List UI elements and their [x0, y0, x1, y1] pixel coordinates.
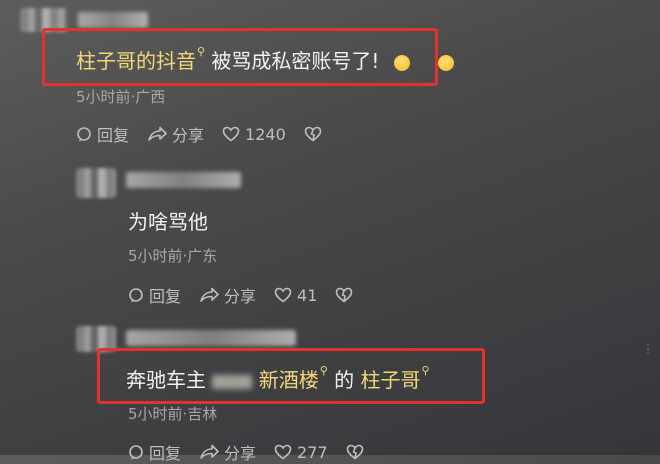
more-icon[interactable]: ⋮ [642, 342, 654, 356]
like-button[interactable]: 1240 [222, 125, 286, 144]
like-button[interactable]: 277 [274, 443, 328, 462]
search-icon: ⚲ [319, 364, 328, 377]
reply-icon [129, 288, 143, 303]
dislike-button[interactable] [346, 444, 369, 460]
emoji-icon [393, 54, 410, 71]
broken-heart-icon [336, 287, 353, 303]
reply-button[interactable]: 回复 [128, 283, 181, 307]
comment-text: 柱子哥的抖音⚲ 被骂成私密账号了! [76, 45, 455, 74]
comment-actions: 回复 分享 1240 [76, 122, 345, 146]
avatar[interactable] [76, 168, 116, 198]
comment-text: 奔驰车主 新酒楼⚲ 的 柱子哥⚲ [126, 364, 430, 393]
share-icon [148, 126, 167, 141]
like-count: 41 [297, 285, 318, 305]
comment-meta: 5小时前·吉林 [128, 405, 218, 423]
dislike-button[interactable] [304, 126, 327, 142]
reply-label: 回复 [149, 444, 182, 463]
reply-label: 回复 [149, 287, 182, 306]
reply-label: 回复 [97, 126, 130, 145]
share-label: 分享 [224, 287, 257, 306]
username[interactable] [126, 330, 296, 346]
share-button[interactable]: 分享 [199, 283, 256, 307]
share-icon [200, 287, 219, 302]
share-label: 分享 [172, 126, 205, 145]
broken-heart-icon [304, 126, 322, 142]
comment-body: 的 [334, 368, 355, 392]
share-button[interactable]: 分享 [199, 440, 256, 464]
heart-icon [274, 444, 292, 460]
reply-button[interactable]: 回复 [128, 440, 181, 464]
comment-meta: 5小时前·广东 [128, 247, 218, 265]
like-count: 1240 [245, 124, 286, 144]
reply-icon [129, 445, 143, 460]
dislike-button[interactable] [335, 287, 358, 303]
comment-meta: 5小时前·广西 [76, 88, 166, 106]
emoji-icon [438, 54, 455, 71]
search-link[interactable]: 柱子哥的抖音⚲ [76, 45, 205, 73]
reply-icon [77, 127, 91, 142]
search-link[interactable]: 新酒楼⚲ [259, 364, 328, 392]
like-count: 277 [297, 442, 328, 462]
comment-actions: 回复 分享 277 [128, 440, 387, 464]
share-label: 分享 [224, 444, 257, 463]
share-button[interactable]: 分享 [147, 122, 204, 146]
comment-body: 被骂成私密账号了! [211, 49, 380, 73]
username[interactable] [78, 12, 148, 28]
share-icon [200, 444, 219, 459]
search-link[interactable]: 柱子哥⚲ [361, 364, 430, 392]
search-icon: ⚲ [197, 45, 206, 58]
comment-actions: 回复 分享 41 [128, 283, 376, 307]
redacted-text [212, 374, 253, 389]
broken-heart-icon [346, 444, 363, 460]
like-button[interactable]: 41 [274, 286, 317, 305]
search-icon: ⚲ [421, 364, 430, 377]
comment-text: 为啥骂他 [128, 210, 208, 234]
reply-button[interactable]: 回复 [76, 122, 129, 146]
heart-icon [274, 287, 292, 303]
username[interactable] [126, 172, 241, 188]
comment-body: 奔驰车主 [126, 368, 206, 392]
heart-icon [222, 126, 240, 142]
